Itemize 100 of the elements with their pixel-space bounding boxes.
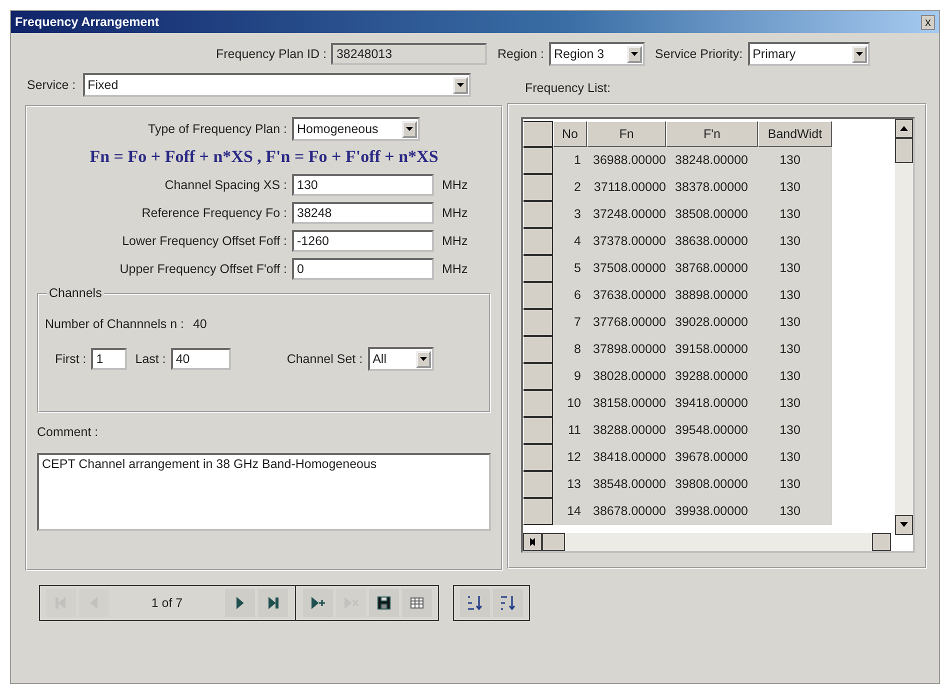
table-cell: 130 [758, 228, 832, 255]
table-cell: 38768.00000 [666, 255, 758, 282]
table-cell: 38638.00000 [666, 228, 758, 255]
row-selector[interactable] [523, 309, 553, 336]
table-cell: 38898.00000 [666, 282, 758, 309]
table-cell: 39028.00000 [666, 309, 758, 336]
field-label: Frequency List: [525, 80, 612, 97]
column-header[interactable]: Fn [587, 121, 666, 147]
row-selector[interactable] [523, 201, 553, 228]
input-field[interactable]: 130 [292, 174, 434, 196]
last-button[interactable] [258, 589, 288, 617]
table-cell: 39548.00000 [666, 417, 758, 444]
field-label: Reference Frequency Fo : [140, 206, 288, 220]
input-field[interactable]: 0 [292, 258, 434, 280]
column-header[interactable]: F'n [666, 121, 758, 147]
column-header[interactable]: No [553, 121, 587, 147]
table-cell: 37508.00000 [587, 255, 666, 282]
channel-set-dropdown[interactable]: All [368, 347, 434, 371]
field-label: Channel Spacing XS : [164, 178, 288, 192]
field-label: Upper Frequency Offset F'off : [118, 262, 288, 276]
priority-dropdown[interactable]: Primary [748, 42, 870, 66]
channel-count: 40 [192, 317, 207, 331]
input-field[interactable]: -1260 [292, 230, 434, 252]
vertical-scrollbar[interactable] [895, 119, 913, 535]
row-selector[interactable] [523, 228, 553, 255]
add-button[interactable] [303, 589, 333, 617]
add-record-icon [310, 595, 326, 611]
unit-label: MHz [442, 262, 468, 276]
table-cell: 130 [758, 471, 832, 498]
table-cell: 38378.00000 [666, 174, 758, 201]
table-cell: 6 [553, 282, 587, 309]
input-field[interactable]: 1 [91, 348, 128, 370]
row-selector[interactable] [523, 390, 553, 417]
row-selector[interactable] [523, 282, 553, 309]
table-cell: 38678.00000 [587, 498, 666, 525]
grid-icon [409, 595, 425, 611]
window-title: Frequency Arrangement [15, 15, 160, 29]
row-selector[interactable] [523, 147, 553, 174]
table-cell: 39288.00000 [666, 363, 758, 390]
row-selector[interactable] [523, 471, 553, 498]
table-cell: 5 [553, 255, 587, 282]
service-dropdown[interactable]: Fixed [82, 73, 471, 97]
table-cell: 38418.00000 [587, 444, 666, 471]
next-button[interactable] [225, 589, 255, 617]
sort-ascending-icon [467, 594, 483, 612]
table-cell: 130 [758, 498, 832, 525]
row-selector[interactable] [523, 498, 553, 525]
row-selector[interactable] [523, 174, 553, 201]
close-button[interactable]: x [921, 14, 935, 30]
plan-id-field[interactable]: 38248013 [331, 43, 488, 65]
row-selector[interactable] [523, 363, 553, 390]
table-cell: 38028.00000 [587, 363, 666, 390]
row-selector[interactable] [523, 417, 553, 444]
table-cell: 130 [758, 201, 832, 228]
caret-icon [456, 83, 464, 87]
input-field[interactable]: 40 [170, 348, 231, 370]
table-cell: 37378.00000 [587, 228, 666, 255]
column-header[interactable]: BandWidt [758, 121, 832, 147]
table-cell: 37898.00000 [587, 336, 666, 363]
table-cell: 130 [758, 309, 832, 336]
save-icon [376, 595, 392, 611]
field-label: Number of Channnels n : [45, 317, 184, 331]
row-selector[interactable] [523, 255, 553, 282]
table-cell: 1 [553, 147, 587, 174]
row-header [523, 121, 553, 147]
horizontal-scrollbar[interactable] [523, 533, 891, 551]
table-cell: 12 [553, 444, 587, 471]
input-field[interactable]: 38248 [292, 202, 434, 224]
region-dropdown[interactable]: Region 3 [549, 42, 646, 66]
grid-button[interactable] [402, 589, 432, 617]
row-selector[interactable] [523, 444, 553, 471]
table-cell: 3 [553, 201, 587, 228]
table-cell: 130 [758, 390, 832, 417]
sort-ascending-button[interactable] [460, 589, 490, 617]
field-label: Service Priority: [655, 47, 743, 61]
table-cell: 11 [553, 417, 587, 444]
field-label: Comment : [37, 425, 100, 441]
table-cell: 37638.00000 [587, 282, 666, 309]
comment-field[interactable]: CEPT Channel arrangement in 38 GHz Band-Homogeneous [37, 453, 491, 531]
sort-descending-button[interactable] [493, 589, 523, 617]
unit-label: MHz [442, 234, 468, 248]
table-cell: 39678.00000 [666, 444, 758, 471]
field-label: Type of Frequency Plan : [147, 122, 288, 136]
table-cell: 38548.00000 [587, 471, 666, 498]
plan-type-dropdown[interactable]: Homogeneous [292, 117, 420, 141]
table-cell: 39938.00000 [666, 498, 758, 525]
field-label: Service : [27, 78, 76, 92]
group-title: Channels [47, 286, 104, 300]
table-cell: 10 [553, 390, 587, 417]
field-label: Region : [497, 47, 544, 61]
table-cell: 39158.00000 [666, 336, 758, 363]
row-selector[interactable] [523, 336, 553, 363]
table-cell: 130 [758, 363, 832, 390]
table-cell: 39808.00000 [666, 471, 758, 498]
sort-descending-icon [500, 594, 516, 612]
save-button[interactable] [369, 589, 399, 617]
formula-text: Fn = Fo + Foff + n*XS , F'n = Fo + F'off + n*XS [88, 146, 440, 168]
caret-icon [406, 127, 413, 131]
caret-icon [631, 52, 638, 56]
record-position: 1 of 7 [150, 596, 184, 610]
